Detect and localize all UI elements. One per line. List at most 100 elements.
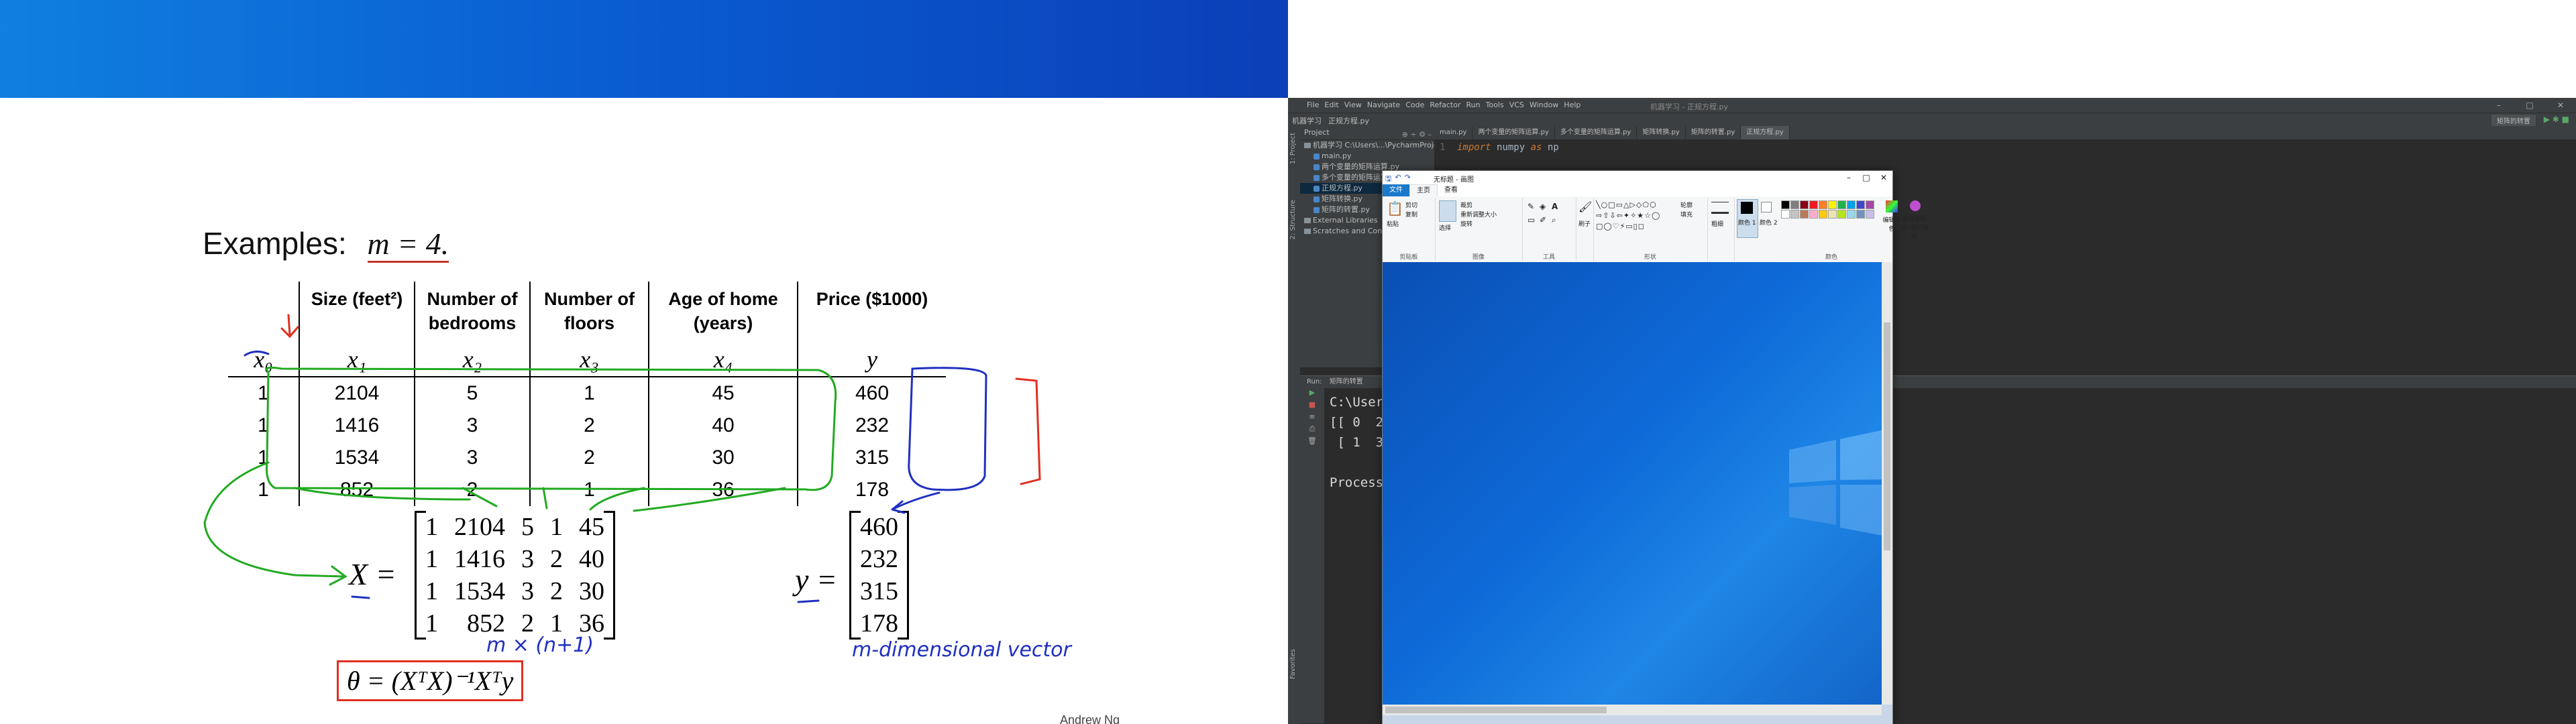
menu-navigate[interactable]: Navigate <box>1367 101 1400 109</box>
editor-tab[interactable]: 两个变量的矩阵运算.py <box>1472 126 1555 139</box>
project-tree-item[interactable]: 机器学习 C:\Users\...\PycharmProjects\机器学习 <box>1300 140 1434 151</box>
line-size-icon[interactable] <box>1711 202 1729 214</box>
stop-icon[interactable]: ■ <box>1300 400 1324 412</box>
color2-swatch[interactable] <box>1761 202 1772 213</box>
shapes-gallery[interactable]: ╲○□▭△▷◇⬠⬡ <box>1596 200 1657 209</box>
pencil-icon[interactable]: ✎ <box>1527 202 1534 211</box>
paste-button[interactable]: 粘贴 <box>1387 219 1399 228</box>
structure-tool-tab[interactable]: 2: Structure <box>1289 200 1297 239</box>
minimize-icon[interactable]: – <box>2483 98 2514 113</box>
close-icon[interactable]: ✕ <box>1875 171 1892 184</box>
menu-vcs[interactable]: VCS <box>1509 101 1524 109</box>
breadcrumb-project[interactable]: 机器学习 <box>1292 115 1322 126</box>
close-icon[interactable]: ✕ <box>2545 98 2576 113</box>
palette-swatch[interactable] <box>1819 210 1827 219</box>
editor-tab[interactable]: 矩阵的转置.py <box>1686 126 1741 139</box>
palette-swatch[interactable] <box>1819 200 1827 209</box>
minimize-icon[interactable]: – <box>1840 171 1858 184</box>
palette-swatch[interactable] <box>1828 200 1837 209</box>
tab-home[interactable]: 主页 <box>1409 184 1438 196</box>
menu-help[interactable]: Help <box>1564 101 1580 109</box>
breadcrumb-file[interactable]: 正规方程.py <box>1328 115 1369 126</box>
menu-code[interactable]: Code <box>1405 101 1424 109</box>
editor-tab[interactable]: 多个变量的矩阵运算.py <box>1555 126 1638 139</box>
scroll-icon[interactable]: ≡ <box>1300 412 1324 424</box>
copy-button[interactable]: 复制 <box>1405 210 1417 219</box>
horizontal-scrollbar[interactable] <box>1383 705 1882 715</box>
run-icon[interactable]: ▶ ✱ ■ <box>2544 115 2569 124</box>
magnifier-icon[interactable]: ⌕ <box>1552 215 1556 225</box>
resize-button[interactable]: 重新调整大小 <box>1460 210 1497 219</box>
palette-swatch[interactable] <box>1800 200 1809 209</box>
palette-swatch[interactable] <box>1800 210 1809 219</box>
menu-edit[interactable]: Edit <box>1324 101 1338 109</box>
palette-swatch[interactable] <box>1790 210 1799 219</box>
palette-swatch[interactable] <box>1809 200 1818 209</box>
menu-tools[interactable]: Tools <box>1486 101 1504 109</box>
edit-colors-icon[interactable] <box>1886 200 1898 213</box>
print-icon[interactable]: ⎙ <box>1300 424 1324 436</box>
eraser-icon[interactable]: ▭ <box>1527 215 1535 225</box>
shapes-gallery-row2[interactable]: ⇨⇧⇩⇦✦✧★☆◯ <box>1596 211 1660 220</box>
project-panel-title[interactable]: Project <box>1304 128 1330 137</box>
palette-swatch[interactable] <box>1847 210 1856 219</box>
menu-run[interactable]: Run <box>1466 101 1481 109</box>
palette-swatch[interactable] <box>1866 200 1874 209</box>
maximize-icon[interactable]: □ <box>2514 98 2545 113</box>
outline-button[interactable]: 轮廓 <box>1680 200 1693 209</box>
crop-button[interactable]: 裁剪 <box>1460 200 1472 209</box>
palette-swatch[interactable] <box>1781 210 1790 219</box>
project-tree-item[interactable]: main.py <box>1300 151 1434 162</box>
paste-icon[interactable]: 📋 <box>1387 200 1403 217</box>
brush-icon[interactable]: 🖌 <box>1578 200 1592 213</box>
editor-tab[interactable]: 正规方程.py <box>1741 126 1790 139</box>
select-icon[interactable] <box>1439 200 1456 222</box>
palette-swatch[interactable] <box>1866 210 1874 219</box>
rotate-button[interactable]: 旋转 <box>1460 219 1472 228</box>
redo-icon[interactable]: ↷ <box>1405 173 1411 186</box>
menu-file[interactable]: File <box>1307 101 1319 109</box>
brushes-button[interactable]: 刷子 <box>1578 219 1591 228</box>
panel-settings-icon[interactable]: ⊕ ÷ ⚙ – <box>1402 128 1432 141</box>
scroll-thumb[interactable] <box>1385 707 1607 713</box>
scroll-thumb[interactable] <box>1884 322 1890 550</box>
palette-swatch[interactable] <box>1809 210 1818 219</box>
project-tool-tab[interactable]: 1: Project <box>1289 133 1297 164</box>
editor-tab[interactable]: main.py <box>1434 126 1473 139</box>
fill-icon[interactable]: ◈ <box>1540 202 1546 211</box>
palette-swatch[interactable] <box>1781 200 1790 209</box>
run-tab[interactable]: 矩阵的转置 <box>1330 378 1363 385</box>
paint3d-icon[interactable] <box>1910 200 1921 211</box>
menu-refactor[interactable]: Refactor <box>1430 101 1460 109</box>
palette-swatch[interactable] <box>1790 200 1799 209</box>
code-line[interactable]: import numpy as np <box>1457 142 1559 153</box>
favorites-tool-tab[interactable]: Favorites <box>1289 649 1297 679</box>
editor-tab[interactable]: 矩阵转换.py <box>1637 126 1686 139</box>
palette-swatch[interactable] <box>1837 210 1846 219</box>
trash-icon[interactable]: 🗑 <box>1300 436 1324 448</box>
palette-swatch[interactable] <box>1856 210 1865 219</box>
cut-button[interactable]: 剪切 <box>1405 200 1417 209</box>
palette-swatch[interactable] <box>1837 200 1846 209</box>
palette-swatch[interactable] <box>1828 210 1837 219</box>
shapes-gallery-row3[interactable]: ▢◯♡⚡▭▯◻ <box>1596 222 1645 231</box>
tab-view[interactable]: 查看 <box>1438 184 1464 196</box>
vertical-scrollbar[interactable] <box>1882 262 1892 705</box>
text-icon[interactable]: A <box>1552 202 1558 211</box>
tab-file[interactable]: 文件 <box>1383 184 1409 196</box>
paint-canvas[interactable] <box>1383 262 1882 705</box>
fill-button[interactable]: 填充 <box>1680 210 1693 219</box>
palette-swatch[interactable] <box>1847 200 1856 209</box>
maximize-icon[interactable]: □ <box>1858 171 1875 184</box>
size-button[interactable]: 粗细 <box>1711 219 1723 228</box>
palette-swatch[interactable] <box>1856 200 1865 209</box>
undo-icon[interactable]: ↶ <box>1395 173 1401 186</box>
menu-window[interactable]: Window <box>1529 101 1558 109</box>
select-button[interactable]: 选择 <box>1439 223 1451 232</box>
save-icon[interactable]: 🖫 <box>1385 173 1391 186</box>
color-picker-icon[interactable]: ✐ <box>1540 215 1546 225</box>
rerun-icon[interactable]: ▶ <box>1300 388 1324 400</box>
menu-view[interactable]: View <box>1344 101 1362 109</box>
paint3d-button[interactable]: 使用画图 3D 进行编辑 <box>1899 214 1929 240</box>
run-configuration-select[interactable]: 矩阵的转置 <box>2491 115 2536 126</box>
